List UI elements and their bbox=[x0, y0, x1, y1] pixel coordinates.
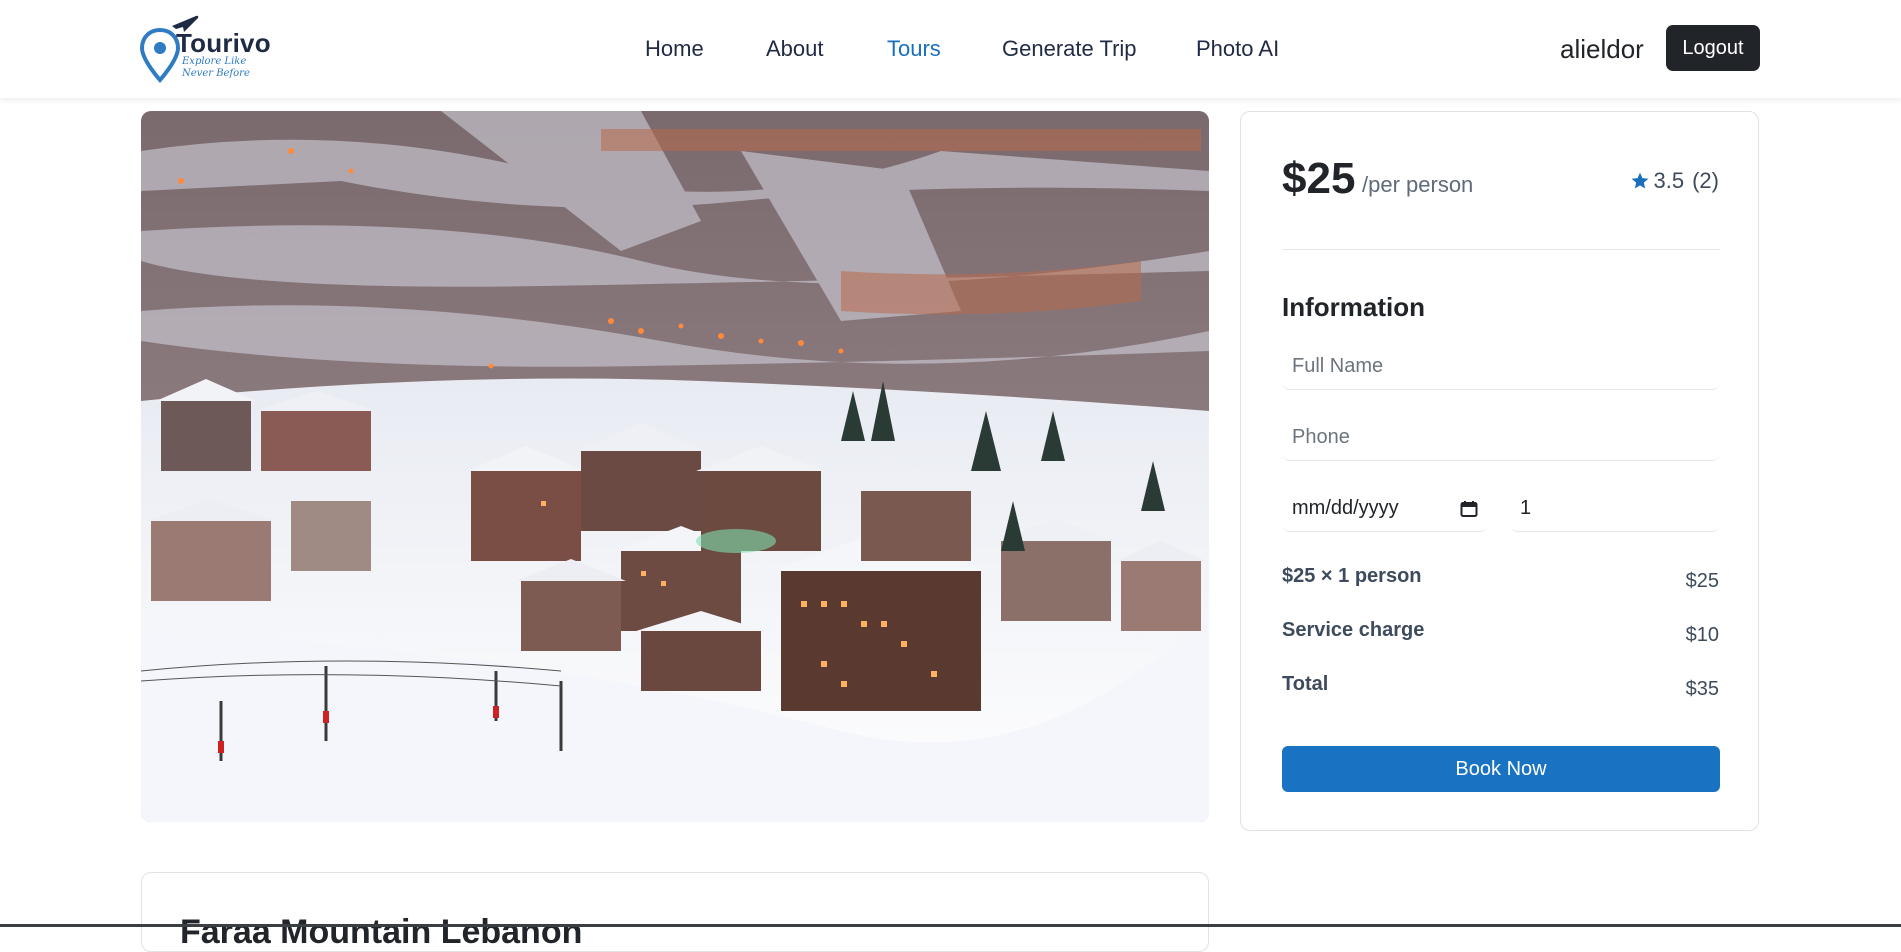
full-name-placeholder: Full Name bbox=[1292, 355, 1384, 377]
full-name-input[interactable]: Full Name bbox=[1282, 344, 1720, 390]
calendar-icon[interactable] bbox=[1460, 500, 1478, 518]
location-pin-icon bbox=[140, 27, 180, 83]
tour-rating: 3.5 (2) bbox=[1630, 168, 1719, 194]
star-icon bbox=[1631, 172, 1648, 189]
username: alieldor bbox=[1560, 34, 1644, 64]
line-item-value: $25 bbox=[1685, 570, 1719, 592]
date-placeholder: mm/dd/yyyy bbox=[1292, 497, 1399, 519]
guest-count-value: 1 bbox=[1520, 497, 1532, 519]
nav-generate-trip[interactable]: Generate Trip bbox=[1002, 36, 1137, 62]
service-charge-value: $10 bbox=[1685, 624, 1719, 646]
divider bbox=[1282, 249, 1720, 250]
service-charge-label: Service charge bbox=[1282, 619, 1425, 641]
nav-photo-ai[interactable]: Photo AI bbox=[1196, 36, 1279, 62]
line-item-label: $25 × 1 person bbox=[1282, 565, 1422, 587]
rating-count: (2) bbox=[1692, 168, 1719, 193]
information-heading: Information bbox=[1282, 292, 1425, 322]
phone-input[interactable]: Phone bbox=[1282, 415, 1720, 461]
guest-count-input[interactable]: 1 bbox=[1510, 486, 1720, 532]
logout-button[interactable]: Logout bbox=[1666, 25, 1760, 71]
total-value: $35 bbox=[1685, 678, 1719, 700]
nav-about[interactable]: About bbox=[766, 36, 824, 62]
tour-details-card: Faraa Mountain Lebanon bbox=[141, 872, 1209, 952]
book-now-button[interactable]: Book Now bbox=[1282, 746, 1720, 792]
brand-tagline: Explore Like Never Before bbox=[182, 56, 250, 79]
phone-placeholder: Phone bbox=[1292, 426, 1350, 448]
brand-name: Tourivo bbox=[176, 28, 271, 58]
brand-logo[interactable]: Tourivo Explore Like Never Before bbox=[140, 12, 290, 84]
price-unit: /per person bbox=[1362, 172, 1474, 197]
tour-title: Faraa Mountain Lebanon bbox=[180, 913, 583, 951]
navbar: Tourivo Explore Like Never Before Home A… bbox=[0, 0, 1901, 98]
date-input[interactable]: mm/dd/yyyy bbox=[1282, 486, 1488, 532]
tour-hero-image bbox=[141, 111, 1209, 822]
total-label: Total bbox=[1282, 673, 1329, 695]
nav-home[interactable]: Home bbox=[645, 36, 704, 62]
booking-card: $25 /per person 3.5 (2) Information Full… bbox=[1240, 111, 1759, 831]
nav-tours[interactable]: Tours bbox=[887, 36, 941, 62]
tour-price: $25 bbox=[1282, 154, 1356, 203]
rating-value: 3.5 bbox=[1653, 168, 1685, 193]
